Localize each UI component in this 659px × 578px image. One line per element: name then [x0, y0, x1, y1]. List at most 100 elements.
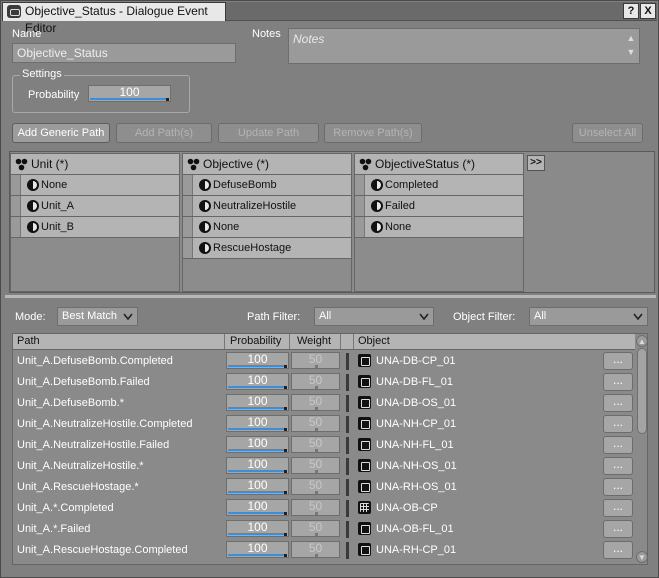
table-row[interactable]: Unit_A.DefuseBomb.* 100 50 UNA-DB-OS_01...: [13, 393, 635, 414]
expand-columns-button[interactable]: >>: [527, 155, 545, 171]
row-probability-knob[interactable]: [284, 512, 287, 515]
argument-value-item[interactable]: Completed: [355, 175, 523, 196]
argument-value-item[interactable]: NeutralizeHostile: [183, 196, 351, 217]
table-row[interactable]: Unit_A.NeutralizeHostile.* 100 50 UNA-NH-OS…: [13, 456, 635, 477]
browse-object-button[interactable]: ...: [603, 415, 633, 433]
browse-object-button[interactable]: ...: [603, 394, 633, 412]
row-probability-knob[interactable]: [284, 470, 287, 473]
row-probability-slider[interactable]: 100: [226, 520, 289, 537]
row-weight-slider[interactable]: 50: [291, 520, 340, 537]
add-generic-path-button[interactable]: Add Generic Path: [12, 123, 110, 143]
row-weight-knob[interactable]: [315, 491, 318, 494]
table-row[interactable]: Unit_A.NeutralizeHostile.Failed 100 50 UNA-…: [13, 435, 635, 456]
browse-object-button[interactable]: ...: [603, 373, 633, 391]
row-weight-slider[interactable]: 50: [291, 436, 340, 453]
browse-object-button[interactable]: ...: [603, 457, 633, 475]
table-row[interactable]: Unit_A.DefuseBomb.Completed 100 50 UNA-DB-C…: [13, 351, 635, 372]
argument-value-item[interactable]: Unit_B: [11, 217, 179, 238]
row-probability-knob[interactable]: [284, 449, 287, 452]
row-probability-slider[interactable]: 100: [226, 457, 289, 474]
browse-object-button[interactable]: ...: [603, 520, 633, 538]
row-weight-slider[interactable]: 50: [291, 457, 340, 474]
row-weight-slider[interactable]: 50: [291, 499, 340, 516]
row-probability-slider[interactable]: 100: [226, 436, 289, 453]
row-weight-slider[interactable]: 50: [291, 415, 340, 432]
row-probability-knob[interactable]: [284, 365, 287, 368]
argument-value-item[interactable]: Failed: [355, 196, 523, 217]
row-probability-knob[interactable]: [284, 554, 287, 557]
name-field[interactable]: Objective_Status: [12, 43, 236, 63]
add-paths-button[interactable]: Add Path(s): [116, 123, 212, 143]
argument-column-header[interactable]: Objective (*): [183, 154, 351, 175]
browse-object-button[interactable]: ...: [603, 352, 633, 370]
row-weight-knob[interactable]: [315, 533, 318, 536]
row-weight-knob[interactable]: [315, 407, 318, 410]
row-weight-slider[interactable]: 50: [291, 394, 340, 411]
scroll-up-icon[interactable]: ▲: [625, 31, 637, 45]
browse-object-button[interactable]: ...: [603, 499, 633, 517]
row-weight-slider[interactable]: 50: [291, 352, 340, 369]
help-button[interactable]: ?: [623, 3, 639, 19]
table-row[interactable]: Unit_A.*.Completed 100 50 UNA-OB-CP...: [13, 498, 635, 519]
argument-value-item[interactable]: RescueHostage: [183, 238, 351, 259]
row-weight-knob[interactable]: [315, 449, 318, 452]
row-weight-knob[interactable]: [315, 365, 318, 368]
header-divider[interactable]: [353, 334, 354, 349]
browse-object-button[interactable]: ...: [603, 541, 633, 559]
row-probability-knob[interactable]: [284, 428, 287, 431]
browse-object-button[interactable]: ...: [603, 478, 633, 496]
row-probability-slider[interactable]: 100: [226, 394, 289, 411]
row-probability-knob[interactable]: [284, 533, 287, 536]
header-divider[interactable]: [224, 334, 225, 349]
argument-value-item[interactable]: None: [355, 217, 523, 238]
row-probability-knob[interactable]: [284, 386, 287, 389]
argument-value-item[interactable]: DefuseBomb: [183, 175, 351, 196]
probability-slider[interactable]: 100: [88, 85, 171, 102]
row-weight-slider[interactable]: 50: [291, 541, 340, 558]
object-filter-select[interactable]: All: [529, 307, 648, 326]
notes-field[interactable]: Notes ▲ ▼: [288, 28, 640, 64]
table-row[interactable]: Unit_A.DefuseBomb.Failed 100 50 UNA-DB-FL_0…: [13, 372, 635, 393]
header-probability[interactable]: Probability: [230, 334, 281, 349]
remove-paths-button[interactable]: Remove Path(s): [324, 123, 422, 143]
row-weight-knob[interactable]: [315, 470, 318, 473]
row-probability-slider[interactable]: 100: [226, 415, 289, 432]
argument-value-item[interactable]: None: [11, 175, 179, 196]
scroll-down-icon[interactable]: ▼: [636, 551, 647, 563]
table-scrollbar[interactable]: ▲ ▼: [636, 334, 647, 564]
mode-select[interactable]: Best Match: [57, 307, 138, 326]
row-probability-slider[interactable]: 100: [226, 541, 289, 558]
row-probability-slider[interactable]: 100: [226, 373, 289, 390]
scroll-down-icon[interactable]: ▼: [625, 45, 637, 59]
panel-splitter[interactable]: [5, 295, 656, 298]
row-probability-slider[interactable]: 100: [226, 499, 289, 516]
row-weight-knob[interactable]: [315, 386, 318, 389]
row-probability-knob[interactable]: [284, 407, 287, 410]
row-weight-slider[interactable]: 50: [291, 373, 340, 390]
table-row[interactable]: Unit_A.RescueHostage.Completed 100 50 UNA-R…: [13, 540, 635, 561]
unselect-all-button[interactable]: Unselect All: [572, 123, 643, 143]
argument-value-item[interactable]: None: [183, 217, 351, 238]
argument-column-header[interactable]: ObjectiveStatus (*): [355, 154, 523, 175]
window-title-tab[interactable]: Objective_Status - Dialogue Event Editor: [2, 2, 226, 35]
argument-value-item[interactable]: Unit_A: [11, 196, 179, 217]
header-divider[interactable]: [289, 334, 290, 349]
notes-scrollbar[interactable]: ▲ ▼: [625, 31, 637, 61]
close-button[interactable]: X: [640, 3, 656, 19]
table-row[interactable]: Unit_A.*.Failed 100 50 UNA-OB-FL_01...: [13, 519, 635, 540]
header-divider[interactable]: [340, 334, 341, 349]
row-weight-knob[interactable]: [315, 428, 318, 431]
row-weight-knob[interactable]: [315, 512, 318, 515]
scroll-up-icon[interactable]: ▲: [636, 335, 647, 347]
row-weight-slider[interactable]: 50: [291, 478, 340, 495]
browse-object-button[interactable]: ...: [603, 436, 633, 454]
argument-column-header[interactable]: Unit (*): [11, 154, 179, 175]
path-filter-select[interactable]: All: [314, 307, 434, 326]
row-probability-slider[interactable]: 100: [226, 478, 289, 495]
row-probability-knob[interactable]: [284, 491, 287, 494]
probability-knob[interactable]: [166, 98, 169, 101]
update-path-button[interactable]: Update Path: [218, 123, 319, 143]
table-row[interactable]: Unit_A.RescueHostage.* 100 50 UNA-RH-OS_01.…: [13, 477, 635, 498]
row-probability-slider[interactable]: 100: [226, 352, 289, 369]
table-row[interactable]: Unit_A.NeutralizeHostile.Completed 100 50 U…: [13, 414, 635, 435]
